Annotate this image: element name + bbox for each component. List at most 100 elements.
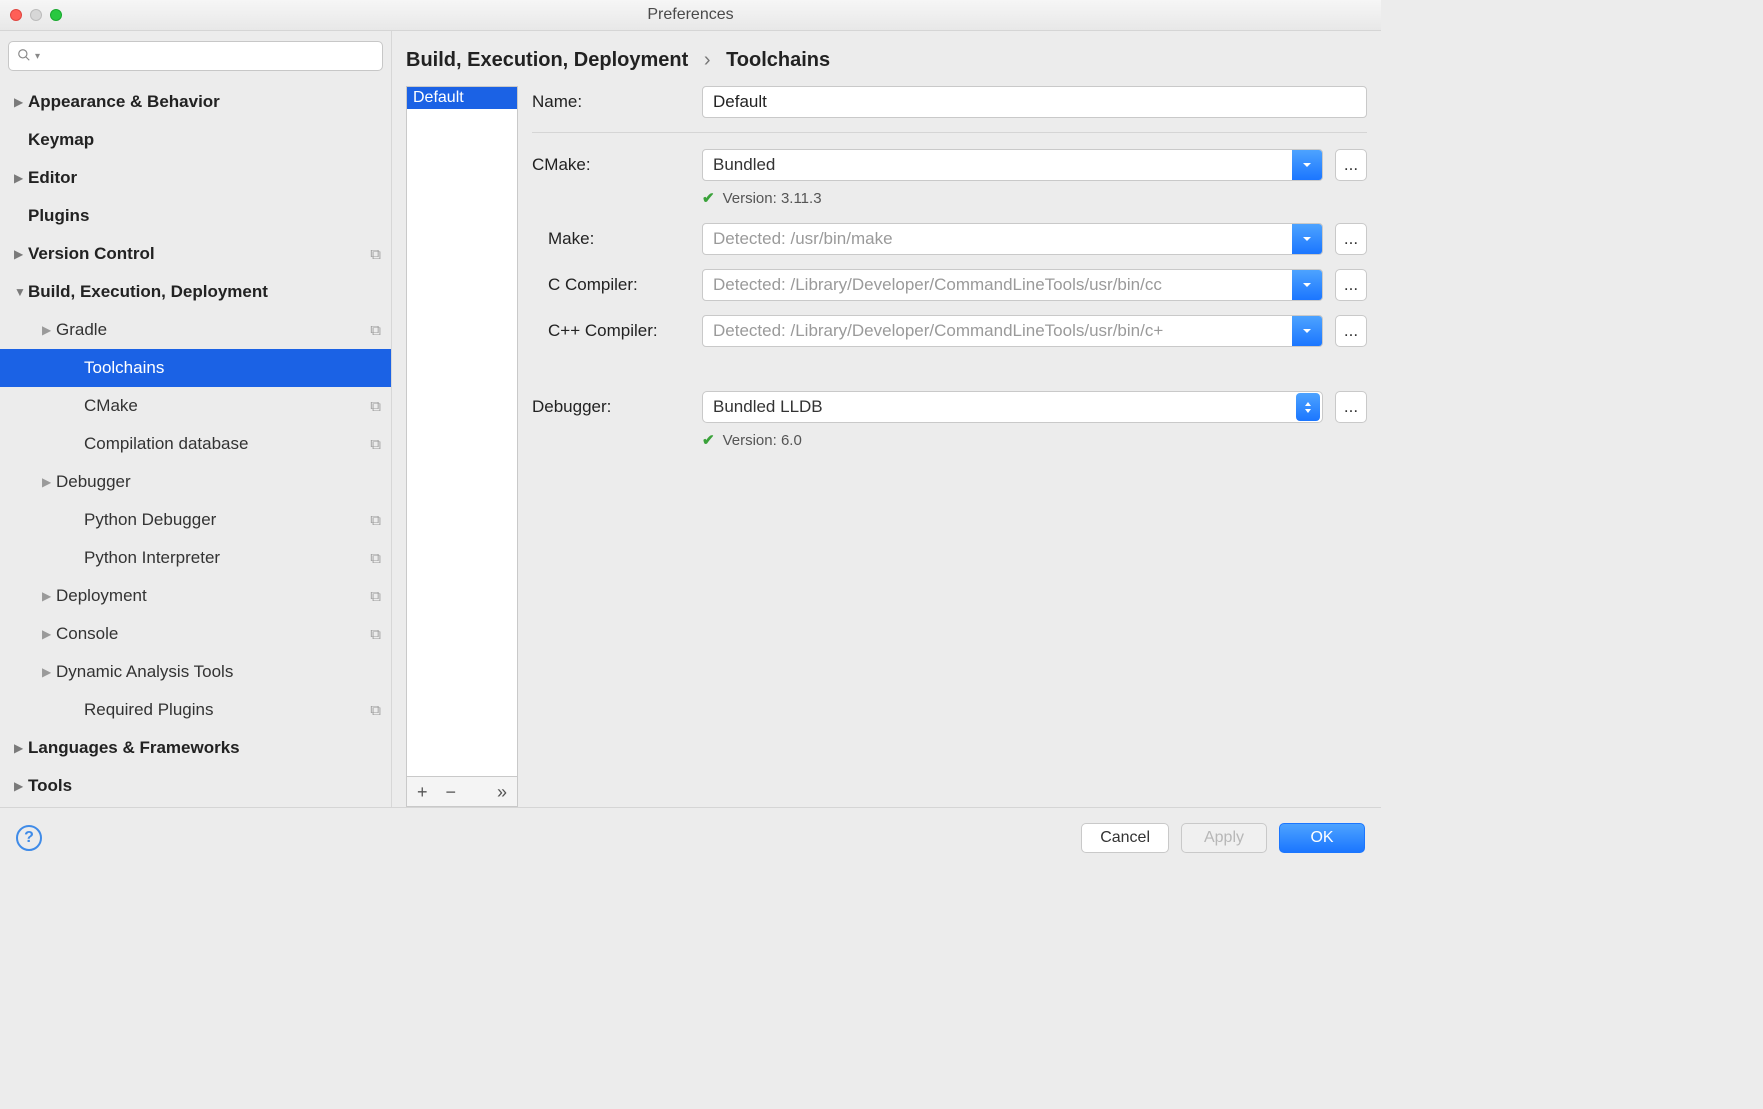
tree-item[interactable]: Compilation database⧉ xyxy=(0,425,391,463)
browse-cc-button[interactable]: ... xyxy=(1335,269,1367,301)
divider xyxy=(532,132,1367,133)
browse-debugger-button[interactable]: ... xyxy=(1335,391,1367,423)
tree-item-label: Version Control xyxy=(28,244,370,264)
tree-item[interactable]: Python Debugger⧉ xyxy=(0,501,391,539)
cmake-status: ✔ Version: 3.11.3 xyxy=(702,189,1367,207)
scope-icon: ⧉ xyxy=(370,512,381,529)
cmake-combo[interactable]: Bundled xyxy=(702,149,1323,181)
tree-item[interactable]: ▶Appearance & Behavior xyxy=(0,83,391,121)
chevron-down-icon[interactable] xyxy=(1292,316,1322,346)
check-icon: ✔ xyxy=(702,189,715,207)
breadcrumb-parent[interactable]: Build, Execution, Deployment xyxy=(406,49,688,71)
cancel-button[interactable]: Cancel xyxy=(1081,823,1169,853)
tree-item[interactable]: Toolchains xyxy=(0,349,391,387)
chevron-down-icon[interactable] xyxy=(1292,150,1322,180)
chevron-right-icon: › xyxy=(694,49,721,71)
search-field[interactable]: ▾ xyxy=(8,41,383,71)
browse-cxx-button[interactable]: ... xyxy=(1335,315,1367,347)
preferences-sidebar: ▾ ▶Appearance & BehaviorKeymap▶EditorPlu… xyxy=(0,31,392,807)
chevron-right-icon: ▶ xyxy=(14,95,28,109)
dialog-footer: ? Cancel Apply OK xyxy=(0,807,1381,867)
browse-make-button[interactable]: ... xyxy=(1335,223,1367,255)
chevron-right-icon: ▶ xyxy=(42,475,56,489)
tree-item[interactable]: ▶Deployment⧉ xyxy=(0,577,391,615)
tree-item[interactable]: CMake⧉ xyxy=(0,387,391,425)
scope-icon: ⧉ xyxy=(370,588,381,605)
check-icon: ✔ xyxy=(702,431,715,449)
tree-item[interactable]: ▶Languages & Frameworks xyxy=(0,729,391,767)
tree-item[interactable]: ▶Debugger xyxy=(0,463,391,501)
more-button[interactable]: » xyxy=(497,783,507,801)
tree-item[interactable]: Required Plugins⧉ xyxy=(0,691,391,729)
search-icon xyxy=(17,48,31,65)
tree-item[interactable]: ▶Editor xyxy=(0,159,391,197)
cmake-label: CMake: xyxy=(532,155,690,175)
titlebar: Preferences xyxy=(0,0,1381,31)
chevron-right-icon: ▶ xyxy=(42,589,56,603)
tree-item-label: Keymap xyxy=(28,130,381,150)
tree-item-label: Console xyxy=(56,624,370,644)
tree-item-label: Plugins xyxy=(28,206,381,226)
remove-button[interactable]: − xyxy=(446,783,457,801)
tree-item-label: Editor xyxy=(28,168,381,188)
chevron-down-icon[interactable] xyxy=(1292,270,1322,300)
tree-item-label: CMake xyxy=(84,396,370,416)
ok-button[interactable]: OK xyxy=(1279,823,1365,853)
chevron-down-icon[interactable] xyxy=(1292,224,1322,254)
tree-item-label: Toolchains xyxy=(84,358,381,378)
tree-item[interactable]: Python Interpreter⧉ xyxy=(0,539,391,577)
tree-item[interactable]: ▶Gradle⧉ xyxy=(0,311,391,349)
make-label: Make: xyxy=(532,229,690,249)
tree-item-label: Python Debugger xyxy=(84,510,370,530)
scope-icon: ⧉ xyxy=(370,626,381,643)
chevron-right-icon: ▶ xyxy=(14,741,28,755)
toolchains-list[interactable]: Default xyxy=(406,86,518,777)
tree-item-label: Required Plugins xyxy=(84,700,370,720)
debugger-select[interactable]: Bundled LLDB xyxy=(702,391,1323,423)
tree-item-label: Compilation database xyxy=(84,434,370,454)
apply-button: Apply xyxy=(1181,823,1267,853)
cxx-combo[interactable]: Detected: /Library/Developer/CommandLine… xyxy=(702,315,1323,347)
tree-item[interactable]: ▼Build, Execution, Deployment xyxy=(0,273,391,311)
chevron-right-icon: ▶ xyxy=(42,665,56,679)
name-input[interactable]: Default xyxy=(702,86,1367,118)
chevron-down-icon: ▼ xyxy=(14,285,28,299)
tree-item[interactable]: ▶Tools xyxy=(0,767,391,805)
breadcrumb-current: Toolchains xyxy=(726,49,830,71)
browse-cmake-button[interactable]: ... xyxy=(1335,149,1367,181)
search-input[interactable] xyxy=(46,48,374,65)
scope-icon: ⧉ xyxy=(370,702,381,719)
debugger-status: ✔ Version: 6.0 xyxy=(702,431,1367,449)
scope-icon: ⧉ xyxy=(370,550,381,567)
tree-item[interactable]: ▶Console⧉ xyxy=(0,615,391,653)
debugger-label: Debugger: xyxy=(532,397,690,417)
help-button[interactable]: ? xyxy=(16,825,42,851)
scope-icon: ⧉ xyxy=(370,246,381,263)
tree-item-label: Appearance & Behavior xyxy=(28,92,381,112)
tree-item-label: Debugger xyxy=(56,472,381,492)
chevron-right-icon: ▶ xyxy=(14,171,28,185)
tree-item-label: Dynamic Analysis Tools xyxy=(56,662,381,682)
tree-item[interactable]: ▶Version Control⧉ xyxy=(0,235,391,273)
tree-item-label: Build, Execution, Deployment xyxy=(28,282,381,302)
make-combo[interactable]: Detected: /usr/bin/make xyxy=(702,223,1323,255)
cc-label: C Compiler: xyxy=(532,275,690,295)
tree-item[interactable]: Keymap xyxy=(0,121,391,159)
chevron-right-icon: ▶ xyxy=(14,247,28,261)
cc-combo[interactable]: Detected: /Library/Developer/CommandLine… xyxy=(702,269,1323,301)
scope-icon: ⧉ xyxy=(370,322,381,339)
tree-item-label: Deployment xyxy=(56,586,370,606)
tree-item-label: Languages & Frameworks xyxy=(28,738,381,758)
list-toolbar: + − » xyxy=(406,777,518,807)
scope-icon: ⧉ xyxy=(370,436,381,453)
tree-item-label: Gradle xyxy=(56,320,370,340)
add-button[interactable]: + xyxy=(417,783,428,801)
updown-icon[interactable] xyxy=(1296,393,1320,421)
tree-item[interactable]: ▶Dynamic Analysis Tools xyxy=(0,653,391,691)
scope-icon: ⧉ xyxy=(370,398,381,415)
breadcrumb: Build, Execution, Deployment › Toolchain… xyxy=(406,41,1367,86)
list-item[interactable]: Default xyxy=(407,87,517,109)
content-pane: Build, Execution, Deployment › Toolchain… xyxy=(392,31,1381,807)
chevron-down-icon: ▾ xyxy=(35,51,40,62)
tree-item[interactable]: Plugins xyxy=(0,197,391,235)
